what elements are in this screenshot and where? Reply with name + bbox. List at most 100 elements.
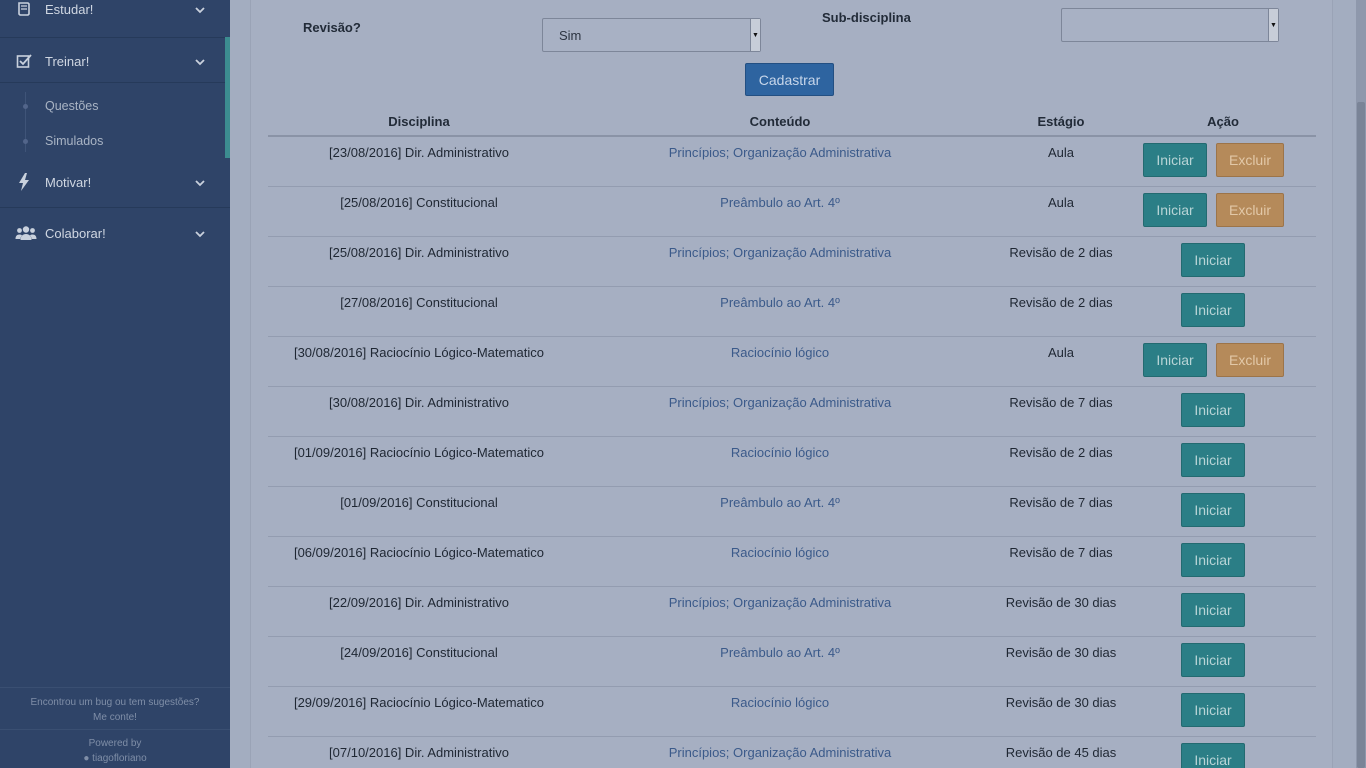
iniciar-button[interactable]: Iniciar <box>1181 643 1245 677</box>
excluir-button[interactable]: Excluir <box>1216 143 1284 177</box>
estagio-cell: Revisão de 2 dias <box>1009 445 1113 460</box>
main-content: Revisão? Sim ▼ Sub-disciplina ▼ Cadastra… <box>230 0 1366 768</box>
estagio-cell: Aula <box>1047 145 1075 160</box>
iniciar-button[interactable]: Iniciar <box>1181 593 1245 627</box>
sidebar-item-treinar[interactable]: Treinar! <box>0 37 230 85</box>
iniciar-button[interactable]: Iniciar <box>1181 293 1245 327</box>
book-icon <box>15 0 33 18</box>
iniciar-button[interactable]: Iniciar <box>1181 443 1245 477</box>
chevron-down-icon: ▼ <box>1268 9 1278 41</box>
bolt-icon <box>15 173 33 191</box>
iniciar-button[interactable]: Iniciar <box>1181 493 1245 527</box>
conteudo-cell: Preâmbulo ao Art. 4º <box>720 195 840 210</box>
estagio-cell: Revisão de 7 dias <box>1009 495 1113 510</box>
table-row: [25/08/2016] Constitucional Preâmbulo ao … <box>268 187 1316 237</box>
revisao-select[interactable]: Sim ▼ <box>542 18 761 52</box>
estagio-cell: Revisão de 30 dias <box>1005 595 1117 610</box>
conteudo-cell: Raciocínio lógico <box>730 445 830 460</box>
sidebar-subitem-simulados[interactable]: Simulados <box>0 126 225 156</box>
estagio-cell: Revisão de 7 dias <box>1009 545 1113 560</box>
estagio-cell: Revisão de 2 dias <box>1009 295 1113 310</box>
conteudo-cell: Raciocínio lógico <box>730 695 830 710</box>
sidebar-item-motivar[interactable]: Motivar! <box>0 158 230 206</box>
iniciar-button[interactable]: Iniciar <box>1181 243 1245 277</box>
column-header-acao: Ação <box>1207 114 1239 129</box>
sidebar-subitem-label: Questões <box>45 99 99 113</box>
sidebar-subitem-label: Simulados <box>45 134 104 148</box>
iniciar-button[interactable]: Iniciar <box>1143 193 1207 227</box>
powered-by-box: Powered by ● tiagofloriano <box>0 729 230 768</box>
iniciar-button[interactable]: Iniciar <box>1181 743 1245 768</box>
table-row: [23/08/2016] Dir. Administrativo Princípi… <box>268 137 1316 187</box>
table-row: [01/09/2016] Raciocínio Lógico-Matematic… <box>268 437 1316 487</box>
checkbox-icon <box>15 52 33 70</box>
conteudo-cell: Princípios; Organização Administrativa <box>668 145 892 160</box>
iniciar-button[interactable]: Iniciar <box>1143 143 1207 177</box>
iniciar-button[interactable]: Iniciar <box>1181 693 1245 727</box>
subdisciplina-select[interactable]: ▼ <box>1061 8 1279 42</box>
bullet-icon <box>23 103 28 109</box>
conteudo-cell: Raciocínio lógico <box>730 345 830 360</box>
conteudo-cell: Raciocínio lógico <box>730 545 830 560</box>
feedback-box[interactable]: Encontrou um bug ou tem sugestões? Me co… <box>0 687 230 729</box>
disciplina-cell: [25/08/2016] Constitucional <box>340 195 498 210</box>
conteudo-cell: Preâmbulo ao Art. 4º <box>720 645 840 660</box>
iniciar-button[interactable]: Iniciar <box>1181 393 1245 427</box>
column-header-conteudo: Conteúdo <box>749 114 811 129</box>
scrollbar[interactable] <box>1356 0 1366 768</box>
table-row: [07/10/2016] Dir. Administrativo Princípi… <box>268 737 1316 768</box>
bullet-icon <box>23 138 28 144</box>
disciplina-cell: [06/09/2016] Raciocínio Lógico-Matematic… <box>293 545 545 560</box>
disciplina-cell: [25/08/2016] Dir. Administrativo <box>329 245 509 260</box>
cadastrar-button[interactable]: Cadastrar <box>745 63 834 96</box>
table-row: [30/08/2016] Dir. Administrativo Princípi… <box>268 387 1316 437</box>
disciplina-cell: [07/10/2016] Dir. Administrativo <box>329 745 509 760</box>
sidebar-subitem-questoes[interactable]: Questões <box>0 91 225 121</box>
github-icon: ● <box>83 753 90 764</box>
sidebar: Estudar! Treinar! Questões Simulados Mot… <box>0 0 230 768</box>
conteudo-cell: Princípios; Organização Administrativa <box>668 395 892 410</box>
estagio-cell: Revisão de 7 dias <box>1009 395 1113 410</box>
conteudo-cell: Princípios; Organização Administrativa <box>668 595 892 610</box>
disciplina-cell: [29/09/2016] Raciocínio Lógico-Matematic… <box>293 695 545 710</box>
sidebar-item-label: Motivar! <box>45 174 92 190</box>
estagio-cell: Revisão de 45 dias <box>1005 745 1117 760</box>
excluir-button[interactable]: Excluir <box>1216 343 1284 377</box>
disciplina-cell: [27/08/2016] Constitucional <box>340 295 498 310</box>
table-row: [22/09/2016] Dir. Administrativo Princípi… <box>268 587 1316 637</box>
column-header-disciplina: Disciplina <box>388 114 450 129</box>
table-row: [06/09/2016] Raciocínio Lógico-Matematic… <box>268 537 1316 587</box>
table-row: [29/09/2016] Raciocínio Lógico-Matematic… <box>268 687 1316 737</box>
sidebar-item-label: Estudar! <box>45 1 94 17</box>
estagio-cell: Revisão de 30 dias <box>1005 645 1117 660</box>
sidebar-item-colaborar[interactable]: Colaborar! <box>0 209 230 257</box>
divider <box>0 82 230 83</box>
conteudo-cell: Preâmbulo ao Art. 4º <box>720 295 840 310</box>
table-row: [27/08/2016] Constitucional Preâmbulo ao … <box>268 287 1316 337</box>
table-row: [24/09/2016] Constitucional Preâmbulo ao … <box>268 637 1316 687</box>
iniciar-button[interactable]: Iniciar <box>1143 343 1207 377</box>
sidebar-item-label: Treinar! <box>45 53 90 69</box>
disciplina-cell: [30/08/2016] Raciocínio Lógico-Matematic… <box>293 345 545 360</box>
chevron-down-icon <box>195 54 205 69</box>
scrollbar-thumb[interactable] <box>1357 102 1365 768</box>
divider <box>0 207 230 208</box>
chevron-down-icon <box>195 2 205 17</box>
excluir-button[interactable]: Excluir <box>1216 193 1284 227</box>
estagio-cell: Revisão de 2 dias <box>1009 245 1113 260</box>
disciplina-cell: [01/09/2016] Constitucional <box>340 495 498 510</box>
chevron-down-icon <box>195 175 205 190</box>
estagio-cell: Aula <box>1047 195 1075 210</box>
author-name: tiagofloriano <box>92 753 147 764</box>
disciplina-cell: [23/08/2016] Dir. Administrativo <box>329 145 509 160</box>
table-row: [25/08/2016] Dir. Administrativo Princípi… <box>268 237 1316 287</box>
feedback-link[interactable]: Me conte! <box>0 710 230 725</box>
table-row: [30/08/2016] Raciocínio Lógico-Matematic… <box>268 337 1316 387</box>
iniciar-button[interactable]: Iniciar <box>1181 543 1245 577</box>
sidebar-item-estudar[interactable]: Estudar! <box>0 0 230 33</box>
estagio-cell: Revisão de 30 dias <box>1005 695 1117 710</box>
revisao-label: Revisão? <box>303 20 361 35</box>
conteudo-cell: Preâmbulo ao Art. 4º <box>720 495 840 510</box>
author-link[interactable]: ● tiagofloriano <box>0 751 230 766</box>
disciplina-cell: [22/09/2016] Dir. Administrativo <box>329 595 509 610</box>
